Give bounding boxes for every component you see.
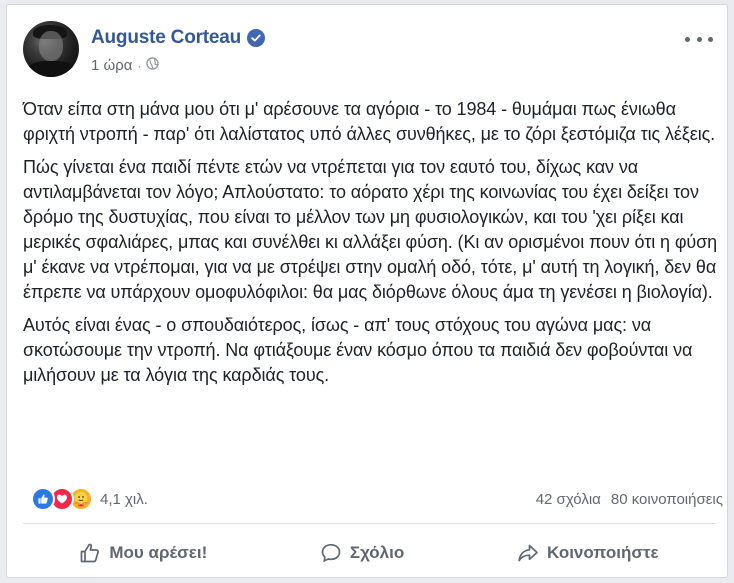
- post-paragraph-1: Όταν είπα στη μάνα μου ότι μ' αρέσουνε τ…: [23, 99, 716, 144]
- post-paragraph-3: Αυτός είναι ένας - ο σπουδαιότερος, ίσως…: [23, 315, 693, 385]
- comment-button[interactable]: Σχόλιο: [320, 542, 404, 564]
- post-body: Όταν είπα στη μάνα μου ότι μ' αρέσουνε τ…: [23, 97, 723, 396]
- separator-dot: ·: [137, 58, 142, 73]
- post-header: Auguste Corteau 1 ώρα ·: [23, 21, 713, 81]
- avatar[interactable]: [23, 21, 79, 77]
- shares-count[interactable]: 80 κοινοποιήσεις: [611, 491, 723, 508]
- comment-label: Σχόλιο: [349, 543, 405, 562]
- post-timestamp[interactable]: 1 ώρα: [91, 57, 132, 74]
- post-card: Auguste Corteau 1 ώρα · Όταν είπα στη μά…: [6, 4, 728, 578]
- like-label: Μου αρέσει!: [109, 543, 208, 562]
- comments-count[interactable]: 42 σχόλια: [536, 491, 601, 508]
- post-meta: 1 ώρα ·: [91, 57, 160, 74]
- reaction-count[interactable]: 4,1 χιλ.: [100, 491, 148, 508]
- like-icon: [31, 487, 55, 511]
- author-name[interactable]: Auguste Corteau: [91, 27, 241, 49]
- action-bar: Μου αρέσει! Σχόλιο Κοινοποιήστε: [23, 533, 715, 573]
- author-row: Auguste Corteau: [91, 27, 266, 49]
- post-stats: 42 σχόλια 80 κοινοποιήσεις: [536, 491, 723, 508]
- share-icon: [517, 542, 539, 564]
- globe-icon[interactable]: [146, 57, 160, 74]
- verified-badge-icon: [247, 29, 266, 47]
- thumbs-up-icon: [79, 542, 101, 564]
- share-button[interactable]: Κοινοποιήστε: [517, 542, 659, 564]
- reaction-icons[interactable]: 4,1 χιλ.: [31, 487, 148, 511]
- comment-icon: [320, 542, 342, 564]
- reactions-summary: 4,1 χιλ. 42 σχόλια 80 κοινοποιήσεις: [31, 485, 723, 513]
- more-options-icon[interactable]: [685, 29, 713, 49]
- post-paragraph-2: Πώς γίνεται ένα παιδί πέντε ετών να ντρέ…: [23, 157, 718, 302]
- actions-divider: [23, 523, 715, 524]
- share-label: Κοινοποιήστε: [546, 543, 659, 562]
- like-button[interactable]: Μου αρέσει!: [79, 542, 207, 564]
